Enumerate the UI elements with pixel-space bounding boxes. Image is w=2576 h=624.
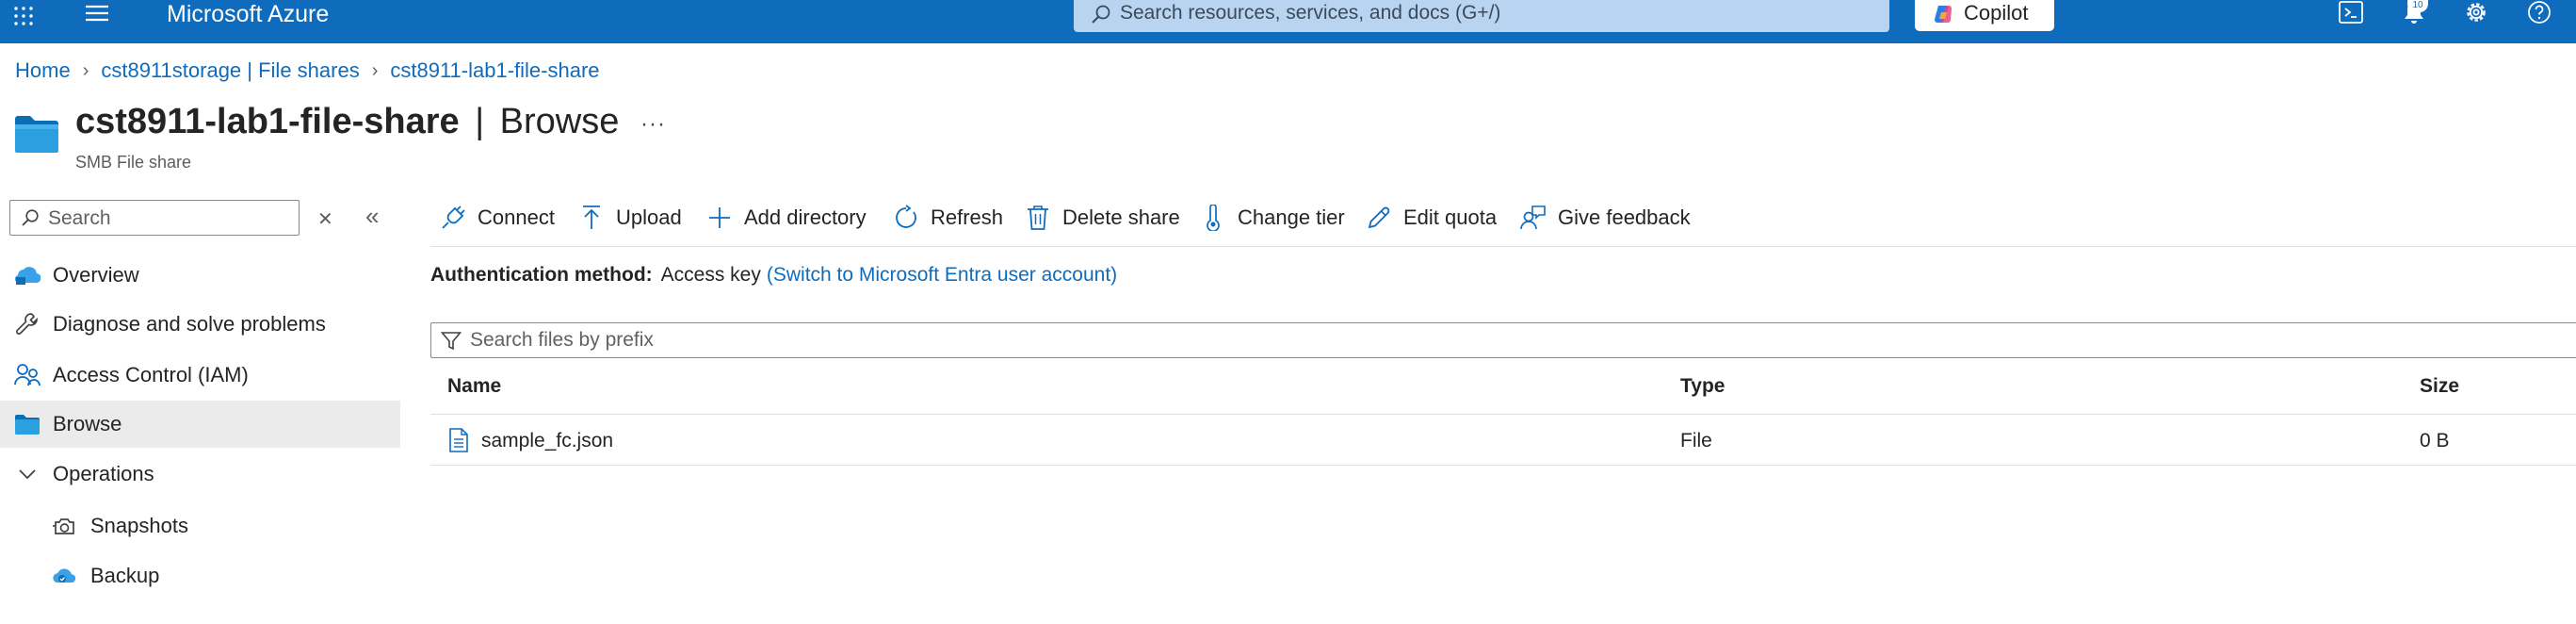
- upload-button[interactable]: Upload: [578, 200, 682, 236]
- refresh-button[interactable]: Refresh: [893, 200, 1003, 236]
- copilot-label: Copilot: [1964, 1, 2029, 25]
- thermometer-icon: [1200, 205, 1226, 231]
- filter-funnel-icon: [441, 331, 462, 352]
- file-prefix-placeholder: Search files by prefix: [470, 329, 654, 351]
- help-icon[interactable]: [2525, 0, 2553, 34]
- wrench-icon: [13, 310, 41, 338]
- column-header-size[interactable]: Size: [2420, 375, 2459, 398]
- header-divider: [430, 414, 2576, 415]
- auth-method-value: Access key: [660, 264, 761, 286]
- overview-icon: [13, 261, 41, 289]
- breadcrumb: Home › cst8911storage | File shares › cs…: [15, 58, 600, 83]
- nav-item-snapshots[interactable]: Snapshots: [0, 502, 400, 550]
- breadcrumb-home[interactable]: Home: [15, 58, 71, 83]
- resource-name: cst8911-lab1-file-share: [75, 102, 460, 141]
- cloud-shell-icon[interactable]: [2337, 0, 2365, 34]
- nav-item-diagnose[interactable]: Diagnose and solve problems: [0, 301, 400, 348]
- global-search-placeholder: Search resources, services, and docs (G+…: [1120, 2, 1501, 24]
- upload-label: Upload: [616, 205, 682, 229]
- add-directory-label: Add directory: [744, 205, 867, 229]
- delete-share-label: Delete share: [1062, 205, 1180, 229]
- file-name-link[interactable]: sample_fc.json: [481, 430, 613, 452]
- edit-quota-label: Edit quota: [1403, 205, 1498, 229]
- breadcrumb-file-share[interactable]: cst8911-lab1-file-share: [390, 58, 599, 83]
- pencil-icon: [1366, 205, 1392, 231]
- collapse-menu-icon[interactable]: «: [365, 202, 379, 231]
- give-feedback-label: Give feedback: [1558, 205, 1691, 229]
- backup-cloud-icon: [51, 562, 79, 590]
- people-icon: [13, 361, 41, 389]
- nav-search-input[interactable]: Search: [9, 200, 300, 236]
- feedback-person-icon: [1520, 205, 1547, 231]
- title-separator: |: [475, 102, 485, 141]
- column-header-name[interactable]: Name: [447, 375, 501, 398]
- nav-item-label: Snapshots: [90, 514, 188, 537]
- row-divider: [430, 465, 2576, 466]
- file-type: File: [1680, 430, 1712, 452]
- nav-item-backup[interactable]: Backup: [0, 552, 400, 599]
- nav-item-label: Diagnose and solve problems: [53, 312, 326, 336]
- connect-plug-icon: [440, 205, 466, 231]
- nav-item-access-control[interactable]: Access Control (IAM): [0, 352, 400, 399]
- copilot-icon: [1932, 3, 1954, 25]
- brand-title[interactable]: Microsoft Azure: [167, 0, 329, 28]
- plus-icon: [706, 205, 733, 231]
- breadcrumb-separator-icon: ›: [371, 59, 379, 81]
- nav-item-label: Overview: [53, 263, 139, 287]
- chevron-down-icon: [13, 460, 41, 488]
- nav-item-label: Backup: [90, 564, 160, 587]
- nav-item-label: Operations: [53, 462, 154, 485]
- file-prefix-search-input[interactable]: Search files by prefix: [430, 322, 2576, 358]
- search-icon: [21, 208, 40, 227]
- file-size: 0 B: [2420, 430, 2450, 452]
- gear-icon[interactable]: [2462, 0, 2490, 34]
- switch-to-entra-link[interactable]: (Switch to Microsoft Entra user account): [767, 264, 1117, 286]
- folder-icon: [13, 410, 41, 438]
- snapshot-icon: [51, 512, 79, 540]
- hamburger-menu-icon[interactable]: [83, 0, 111, 35]
- search-icon: [1091, 4, 1111, 25]
- change-tier-label: Change tier: [1238, 205, 1345, 229]
- auth-method-label: Authentication method:: [430, 264, 653, 286]
- delete-share-button[interactable]: Delete share: [1025, 200, 1180, 236]
- nav-group-operations[interactable]: Operations: [0, 451, 400, 498]
- upload-icon: [578, 205, 605, 231]
- breadcrumb-storage-file-shares[interactable]: cst8911storage | File shares: [101, 58, 359, 83]
- file-document-icon: [448, 428, 469, 452]
- connect-button[interactable]: Connect: [440, 200, 555, 236]
- add-directory-button[interactable]: Add directory: [706, 200, 867, 236]
- file-share-folder-icon: [13, 113, 60, 155]
- command-bar-divider: [430, 246, 2576, 247]
- nav-item-label: Access Control (IAM): [53, 363, 249, 386]
- give-feedback-button[interactable]: Give feedback: [1520, 200, 1691, 236]
- breadcrumb-separator-icon: ›: [82, 59, 89, 81]
- global-search-input[interactable]: Search resources, services, and docs (G+…: [1074, 0, 1889, 32]
- nav-item-label: Browse: [53, 412, 122, 435]
- copilot-button[interactable]: Copilot: [1915, 0, 2054, 31]
- edit-quota-button[interactable]: Edit quota: [1366, 200, 1497, 236]
- view-name: Browse: [499, 102, 620, 141]
- apps-grid-icon[interactable]: [9, 0, 38, 38]
- page-title: cst8911-lab1-file-share | Browse: [75, 102, 619, 142]
- more-actions-button[interactable]: ···: [640, 111, 666, 138]
- authentication-method: Authentication method: Access key (Switch …: [430, 264, 1117, 287]
- refresh-label: Refresh: [931, 205, 1004, 229]
- column-header-type[interactable]: Type: [1680, 375, 1725, 398]
- change-tier-button[interactable]: Change tier: [1200, 200, 1345, 236]
- nav-search-placeholder: Search: [48, 207, 111, 229]
- resource-type-subtitle: SMB File share: [75, 153, 192, 172]
- trash-icon: [1025, 205, 1051, 231]
- top-bar: Microsoft Azure Search resources, servic…: [0, 0, 2576, 43]
- connect-label: Connect: [478, 205, 555, 229]
- nav-item-overview[interactable]: Overview: [0, 252, 400, 299]
- nav-item-browse[interactable]: Browse: [0, 401, 400, 448]
- refresh-icon: [893, 205, 919, 231]
- clear-search-icon[interactable]: ✕: [317, 207, 333, 231]
